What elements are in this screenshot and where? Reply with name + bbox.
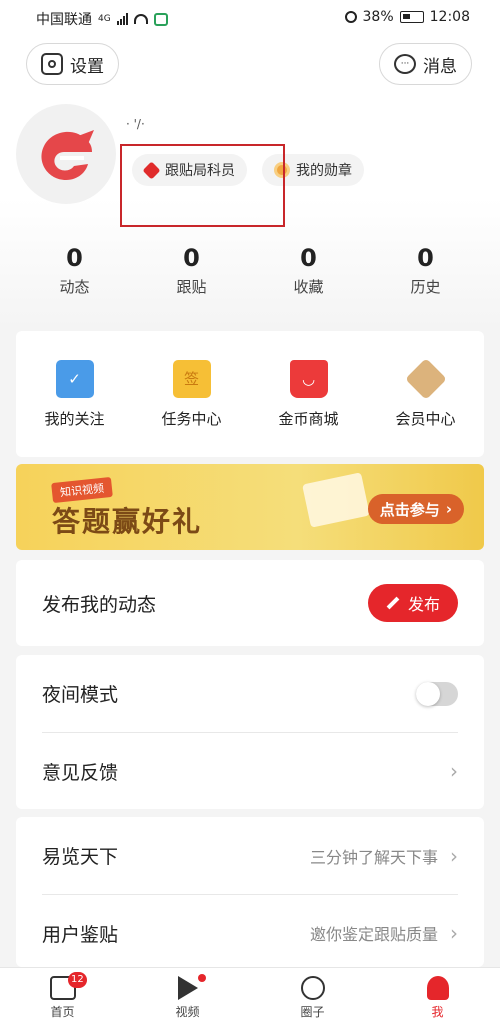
settings-button[interactable]: 设置 xyxy=(26,43,119,85)
feature-vip-center[interactable]: 会员中心 xyxy=(376,357,476,429)
video-new-dot xyxy=(198,974,206,982)
publish-button[interactable]: 发布 xyxy=(367,584,458,622)
clock: 12:08 xyxy=(429,9,470,25)
notification-icon xyxy=(153,12,168,26)
chevron-right-icon: › xyxy=(450,843,458,868)
stat-history[interactable]: 0 历史 xyxy=(367,244,484,297)
bookmark-icon: ✓ xyxy=(55,359,94,398)
annotation-highlight-box xyxy=(120,144,285,227)
nav-label: 圈子 xyxy=(300,1005,325,1019)
feature-my-follows[interactable]: ✓ 我的关注 xyxy=(25,359,125,429)
network-type: 4G xyxy=(98,14,111,24)
nav-label: 首页 xyxy=(50,1005,75,1019)
nav-circle[interactable]: 圈子 xyxy=(250,968,375,1027)
location-pin-icon xyxy=(300,976,325,1000)
chat-bubble-icon: ··· xyxy=(394,54,416,74)
gear-icon xyxy=(41,53,63,75)
publish-button-label: 发布 xyxy=(407,595,440,614)
chevron-right-icon: › xyxy=(445,500,452,518)
review-comments-label: 用户鉴贴 xyxy=(42,923,119,946)
stat-label: 历史 xyxy=(410,278,441,296)
review-comments-subtitle: 邀你鉴定跟贴质量 xyxy=(309,925,438,944)
status-bar: 中国联通 4G 38% 12:08 xyxy=(0,0,500,34)
review-comments-row[interactable]: 用户鉴贴 邀你鉴定跟贴质量 › xyxy=(42,894,458,971)
publish-card: 发布我的动态 发布 xyxy=(16,560,484,646)
stat-comments[interactable]: 0 跟贴 xyxy=(133,244,250,297)
yilan-row[interactable]: 易览天下 三分钟了解天下事 › xyxy=(42,817,458,894)
night-mode-label: 夜间模式 xyxy=(42,684,119,706)
carrier-name: 中国联通 xyxy=(36,12,92,28)
person-icon xyxy=(426,976,449,1000)
signal-icon xyxy=(116,13,128,25)
alarm-icon xyxy=(344,11,357,23)
bottom-nav: 12 首页 视频 圈子 我 xyxy=(0,967,500,1027)
username[interactable]: · '/· xyxy=(126,117,145,131)
stat-value: 0 xyxy=(300,244,317,272)
stat-value: 0 xyxy=(183,244,200,272)
stat-label: 收藏 xyxy=(293,278,324,296)
wifi-icon xyxy=(133,14,148,24)
feedback-label: 意见反馈 xyxy=(42,761,119,784)
stat-value: 0 xyxy=(66,244,83,272)
yilan-subtitle: 三分钟了解天下事 xyxy=(309,847,438,867)
stat-favorites[interactable]: 0 收藏 xyxy=(250,244,367,297)
settings-label: 设置 xyxy=(70,56,104,77)
stat-value: 0 xyxy=(417,244,434,272)
stat-label: 跟贴 xyxy=(176,278,207,296)
nav-video[interactable]: 视频 xyxy=(125,968,250,1027)
feature-label: 我的关注 xyxy=(44,409,105,428)
night-mode-row[interactable]: 夜间模式 xyxy=(42,655,458,732)
banner-cta-label: 点击参与 xyxy=(379,500,440,519)
medal-badge-label: 我的勋章 xyxy=(296,163,352,179)
pen-icon xyxy=(386,596,400,610)
feature-label: 会员中心 xyxy=(395,409,456,428)
nav-label: 视频 xyxy=(175,1005,200,1019)
nav-label: 我 xyxy=(431,1005,444,1019)
feedback-row[interactable]: 意见反馈 › xyxy=(42,732,458,809)
diamond-icon xyxy=(404,357,447,400)
nav-home[interactable]: 12 首页 xyxy=(0,968,125,1027)
feature-label: 金币商城 xyxy=(278,409,339,428)
sign-icon: 签 xyxy=(172,359,211,398)
banner-cta-button[interactable]: 点击参与 › xyxy=(367,494,464,524)
settings-card: 夜间模式 意见反馈 › xyxy=(16,655,484,809)
more-services-card: 易览天下 三分钟了解天下事 › 用户鉴贴 邀你鉴定跟贴质量 › xyxy=(16,817,484,967)
feature-label: 任务中心 xyxy=(161,409,222,428)
publish-title: 发布我的动态 xyxy=(42,593,157,616)
feature-coin-mall[interactable]: ◡ 金币商城 xyxy=(259,359,359,429)
play-icon xyxy=(177,976,198,1000)
chevron-right-icon: › xyxy=(450,921,458,945)
shopping-bag-icon: ◡ xyxy=(289,359,328,398)
quiz-promo-banner[interactable]: 知识视频 答题赢好礼 点击参与 › xyxy=(16,464,484,550)
yilan-label: 易览天下 xyxy=(42,846,119,868)
chevron-right-icon: › xyxy=(450,759,458,783)
battery-percent: 38% xyxy=(362,9,394,25)
home-badge: 12 xyxy=(68,972,87,988)
feature-grid: ✓ 我的关注 签 任务中心 ◡ 金币商城 会员中心 xyxy=(16,331,484,457)
avatar[interactable] xyxy=(16,104,116,204)
messages-label: 消息 xyxy=(423,56,457,77)
battery-icon xyxy=(399,11,424,23)
messages-button[interactable]: ··· 消息 xyxy=(379,43,472,85)
stat-label: 动态 xyxy=(59,278,90,296)
stat-posts[interactable]: 0 动态 xyxy=(16,244,133,297)
banner-title: 答题赢好礼 xyxy=(52,505,203,538)
night-mode-toggle[interactable] xyxy=(416,681,458,706)
nav-me[interactable]: 我 xyxy=(375,968,500,1027)
profile-stats: 0 动态 0 跟贴 0 收藏 0 历史 xyxy=(16,244,484,297)
feature-task-center[interactable]: 签 任务中心 xyxy=(142,359,242,429)
netease-logo-icon xyxy=(41,130,94,180)
book-illustration xyxy=(302,472,370,528)
